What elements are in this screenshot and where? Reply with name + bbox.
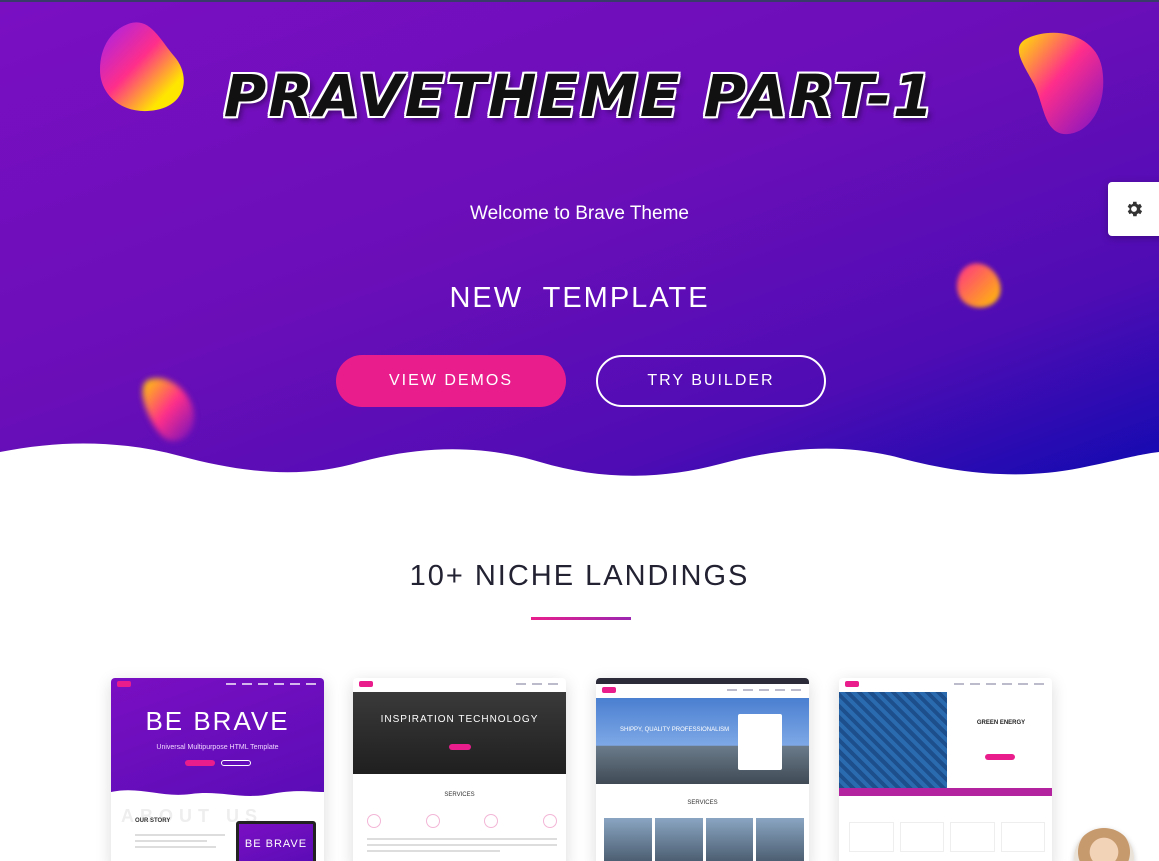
welcome-text: Welcome to Brave Theme — [470, 203, 689, 224]
card-subline: Universal Multipurpose HTML Template — [156, 744, 279, 751]
card-preview-hero — [111, 678, 324, 798]
card-quote-form — [738, 714, 782, 770]
card-navbar — [839, 678, 1052, 690]
top-border — [0, 0, 1159, 2]
section-underline — [531, 617, 631, 620]
decorative-blob — [142, 378, 195, 442]
landing-card-be-brave[interactable]: BE BRAVE Universal Multipurpose HTML Tem… — [111, 678, 324, 861]
tagline: NEW TEMPLATE — [449, 282, 710, 314]
card-photo-row — [604, 818, 804, 861]
card-mini-button — [221, 760, 251, 766]
gear-icon — [1127, 201, 1143, 217]
try-builder-button[interactable]: TRY BUILDER — [596, 355, 826, 407]
settings-toggle[interactable] — [1108, 182, 1159, 236]
card-services-heading: SERVICES — [444, 792, 475, 798]
card-wave — [111, 790, 324, 802]
card-navbar — [353, 678, 566, 690]
landing-card-shipping[interactable]: SHIPPY, QUALITY PROFESSIONALISM SERVICES — [596, 678, 809, 861]
card-solar-panel-image — [839, 692, 947, 788]
card-headline: SHIPPY, QUALITY PROFESSIONALISM — [620, 727, 730, 733]
card-navbar — [596, 684, 809, 696]
landing-card-technology[interactable]: INSPIRATION TECHNOLOGY SERVICES — [353, 678, 566, 861]
card-feature-boxes — [849, 822, 1045, 852]
card-headline: BE BRAVE — [145, 706, 290, 736]
card-headline: GREEN ENERGY — [976, 720, 1026, 726]
section-title: 10+ NICHE LANDINGS — [409, 560, 750, 592]
card-headline: INSPIRATION TECHNOLOGY — [380, 714, 539, 725]
brand-title: PRAVETHEME PART-1 — [223, 62, 936, 130]
card-mini-button — [985, 754, 1015, 760]
hero-wave-divider — [0, 443, 1159, 500]
card-navbar — [111, 678, 324, 690]
view-demos-button[interactable]: VIEW DEMOS — [336, 355, 566, 407]
card-service-icons — [367, 814, 557, 828]
card-text-lines — [135, 834, 225, 852]
card-services-heading: SERVICES — [687, 800, 718, 806]
hero-section: PRAVETHEME PART-1 Welcome to Brave Theme… — [0, 0, 1159, 500]
chat-avatar[interactable] — [1074, 828, 1134, 861]
card-text-lines — [367, 838, 557, 856]
card-preview-hero — [353, 692, 566, 774]
landing-card-green-energy[interactable]: GREEN ENERGY — [839, 678, 1052, 861]
card-mini-button — [449, 744, 471, 750]
card-mini-button — [185, 760, 215, 766]
card-accent-strip — [839, 788, 1052, 796]
card-story-heading: OUR STORY — [135, 818, 171, 824]
card-laptop-mockup: BE BRAVE — [236, 821, 316, 861]
